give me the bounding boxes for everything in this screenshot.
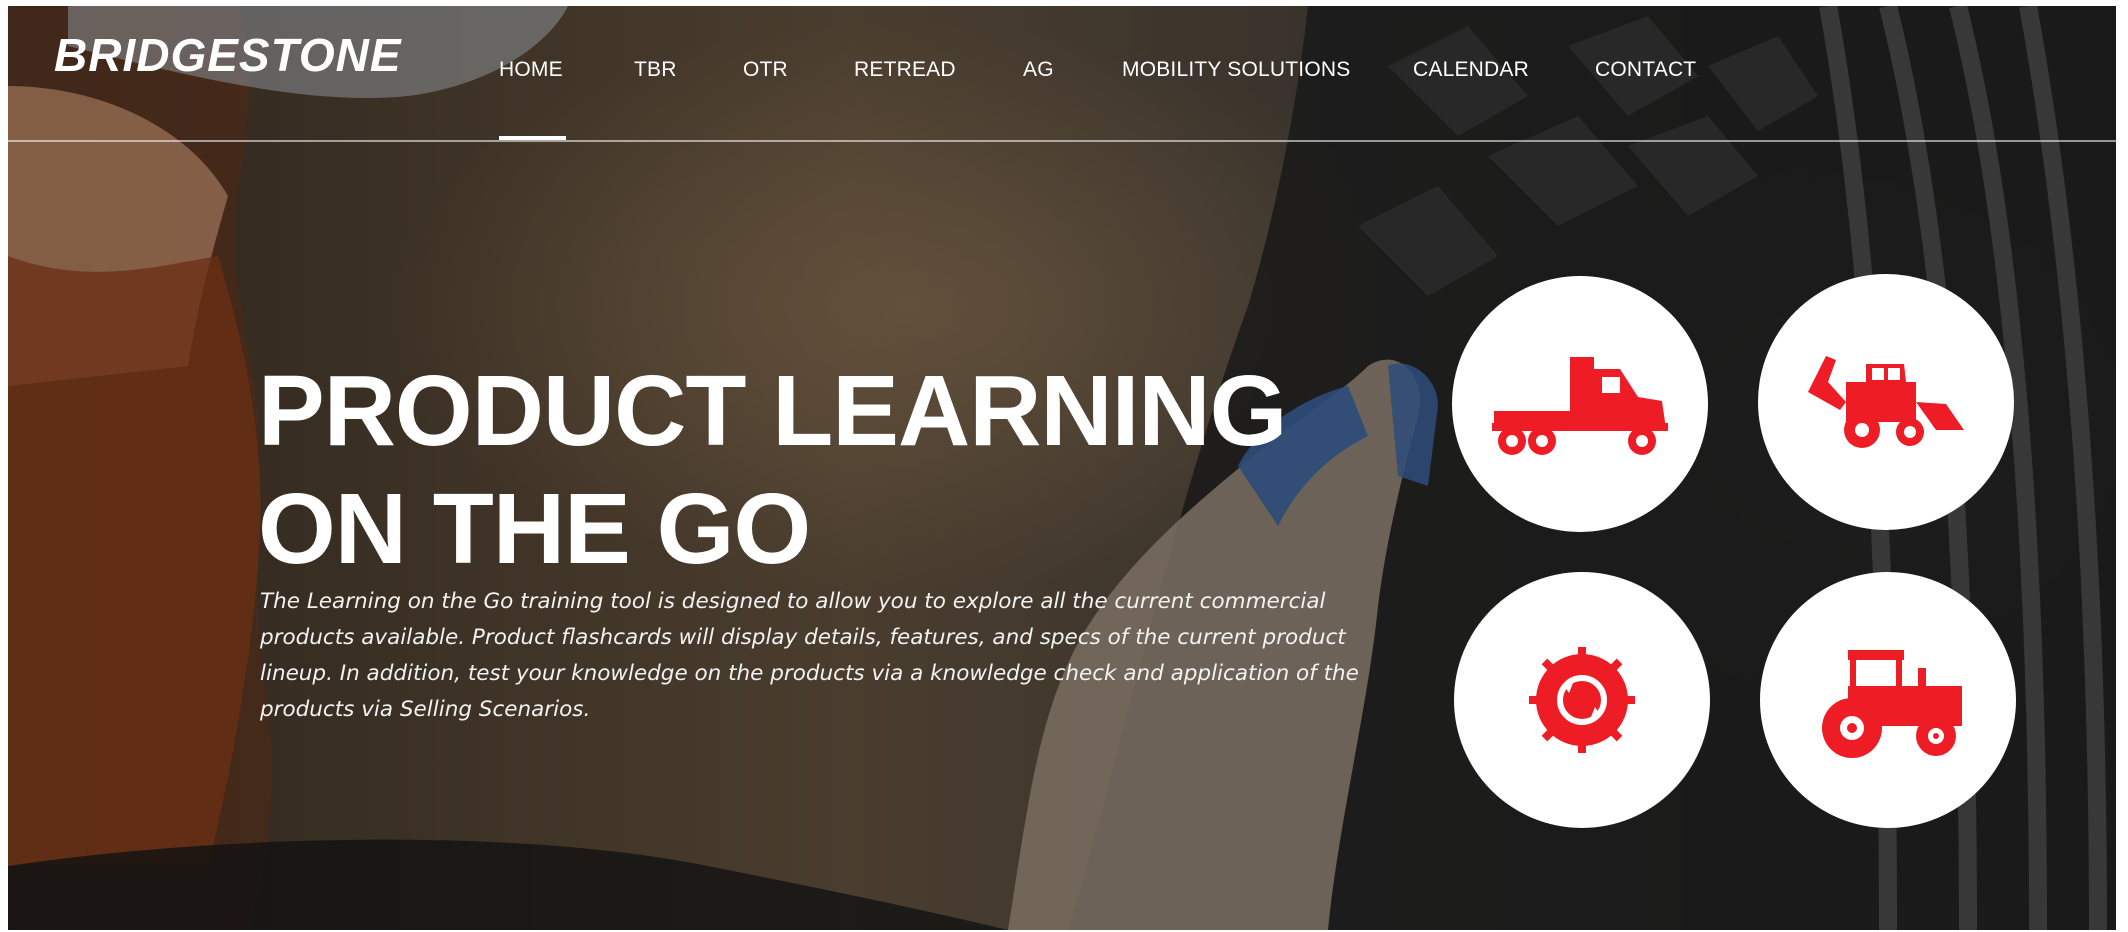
hero-title: PRODUCT LEARNING ON THE GO [258,352,1308,588]
nav-item-tbr[interactable]: TBR [634,58,677,88]
nav-divider [8,140,2116,142]
tractor-icon [1822,650,1962,758]
nav-item-ag[interactable]: AG [1023,58,1054,88]
nav-item-contact[interactable]: CONTACT [1595,58,1696,88]
backhoe-loader-icon [1808,356,1964,448]
semi-truck-icon [1492,357,1668,455]
category-ag-button[interactable] [1760,572,2016,828]
nav-item-otr[interactable]: OTR [743,58,788,88]
top-navigation-bar: BRIDGESTONE HOME TBR OTR RETREAD AG MOBI… [8,6,2116,142]
bridgestone-logo[interactable]: BRIDGESTONE [54,28,402,81]
nav-item-calendar[interactable]: CALENDAR [1413,58,1529,88]
hero-title-line-2: ON THE GO [258,473,811,585]
hero-title-line-1: PRODUCT LEARNING [258,355,1287,467]
retread-tire-icon [1529,647,1635,753]
nav-item-mobility-solutions[interactable]: MOBILITY SOLUTIONS [1122,58,1350,88]
category-retread-button[interactable] [1454,572,1710,828]
nav-item-home[interactable]: HOME [499,58,563,88]
category-tbr-button[interactable] [1452,276,1708,532]
hero-description: The Learning on the Go training tool is … [260,589,1359,722]
nav-item-retread[interactable]: RETREAD [854,58,956,88]
hero-section: BRIDGESTONE HOME TBR OTR RETREAD AG MOBI… [8,6,2116,930]
category-otr-button[interactable] [1758,274,2014,530]
